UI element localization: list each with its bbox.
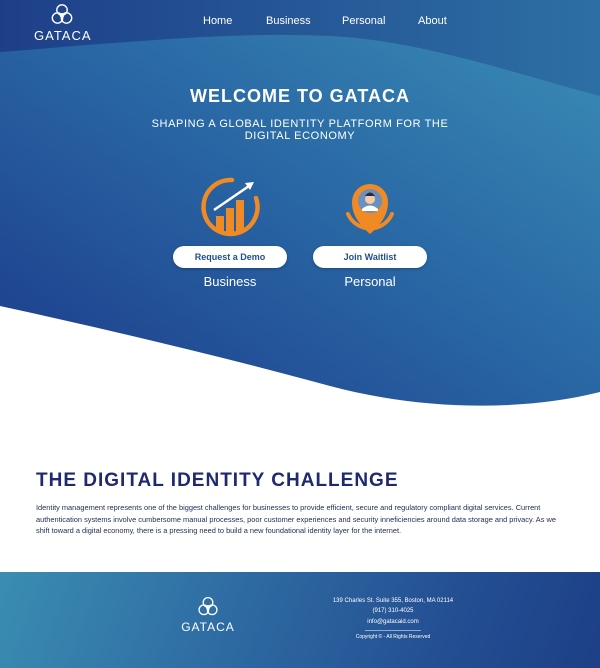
hero-title: WELCOME TO GATACA [190,86,410,106]
personal-feature: Join Waitlist Personal [310,176,430,289]
hero-background [0,0,600,410]
nav-about[interactable]: About [418,15,447,27]
personal-label: Personal [344,274,396,289]
footer-brand-name: GATACA [181,620,235,634]
challenge-body: Identity management represents one of th… [36,503,556,536]
business-label: Business [203,274,257,289]
nav-business[interactable]: Business [266,15,311,27]
footer-copyright: Copyright © - All Rights Reserved [355,634,431,640]
nav-home[interactable]: Home [203,15,232,27]
hero-subtitle: SHAPING A GLOBAL IDENTITY PLATFORM FOR T… [151,118,449,142]
gataca-logo-icon [198,596,218,616]
footer-phone[interactable]: (917) 310-4025 [318,606,468,616]
footer-email[interactable]: info@gatacaid.com [318,617,468,627]
nav-personal[interactable]: Personal [342,15,385,27]
business-feature: Request a Demo Business [170,176,290,289]
join-waitlist-button[interactable]: Join Waitlist [313,246,427,268]
footer-address: 139 Charles St. Suite 355, Boston, MA 02… [332,598,454,604]
request-demo-button[interactable]: Request a Demo [173,246,287,268]
growth-chart-icon [201,177,260,237]
footer-logo[interactable]: GATACA [178,595,238,634]
hero-section: GATACA Home Business Personal About WELC… [0,0,600,410]
user-pin-icon [346,184,394,234]
footer-divider [365,630,421,631]
footer-contact: 139 Charles St. Suite 355, Boston, MA 02… [318,596,468,642]
challenge-title: THE DIGITAL IDENTITY CHALLENGE [36,470,399,491]
footer: GATACA 139 Charles St. Suite 355, Boston… [0,572,600,668]
main-nav: Home Business Personal About [0,15,600,31]
